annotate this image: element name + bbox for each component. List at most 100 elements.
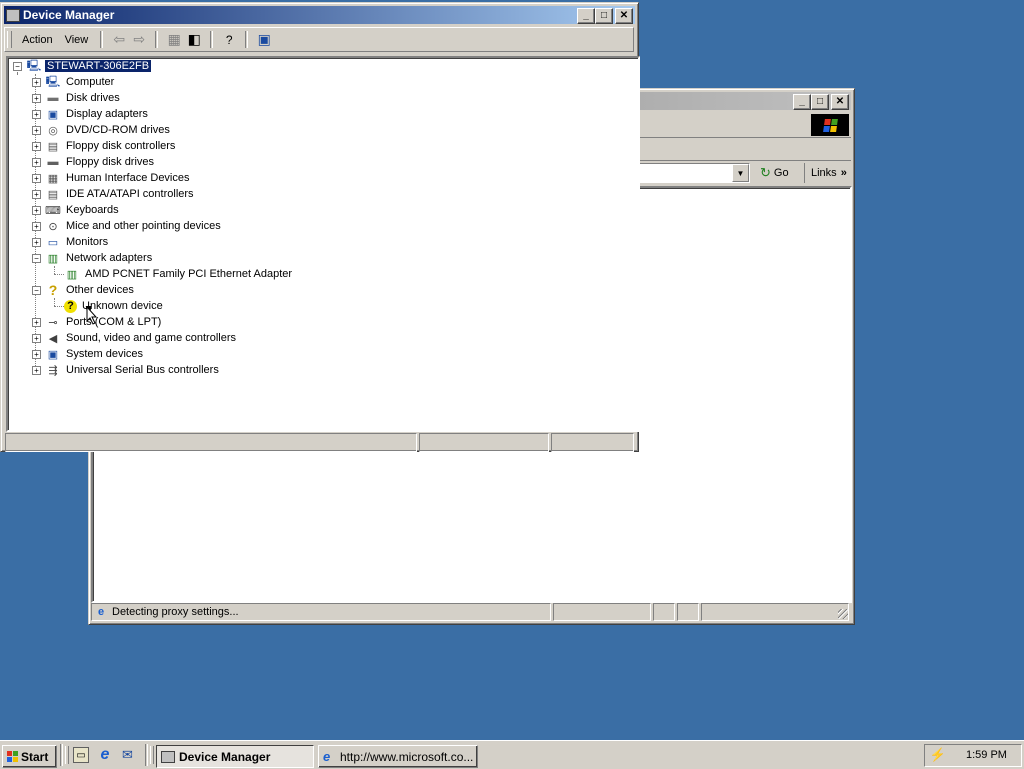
collapse-icon[interactable]: − (13, 62, 22, 71)
go-button[interactable]: ↻ Go (760, 164, 789, 182)
expand-icon[interactable]: + (32, 174, 41, 183)
tree-item-label[interactable]: Floppy disk drives (64, 156, 156, 168)
resize-grip-icon[interactable] (838, 609, 848, 619)
tree-item-label[interactable]: System devices (64, 348, 145, 360)
floppy-icon: ▬ (47, 156, 59, 168)
display-icon: ▣ (47, 108, 59, 121)
expand-icon[interactable]: + (32, 318, 41, 327)
tree-item-label[interactable]: Mice and other pointing devices (64, 220, 223, 232)
tree-item-label[interactable]: Human Interface Devices (64, 172, 192, 184)
device-tree[interactable]: − 🖳 STEWART-306E2FB + 🖳 Computer + ▬ Disk dri… (6, 56, 640, 432)
links-button[interactable]: Links » (804, 163, 847, 183)
tree-category-item[interactable]: + ◀ Sound, video and game controllers (8, 330, 238, 346)
tree-item-label[interactable]: Universal Serial Bus controllers (64, 364, 221, 376)
collapse-icon[interactable]: − (32, 286, 41, 295)
tree-item-label[interactable]: Other devices (64, 284, 136, 296)
expand-icon[interactable]: + (32, 350, 41, 359)
expand-icon[interactable]: + (32, 190, 41, 199)
task-internet-explorer[interactable]: e http://www.microsoft.co... (318, 745, 478, 768)
tree-item-label[interactable]: Keyboards (64, 204, 121, 216)
outlook-express-icon[interactable]: ✉ (119, 747, 136, 763)
scan-hardware-icon[interactable]: ▣ (254, 31, 274, 49)
tree-item-label[interactable]: Monitors (64, 236, 110, 248)
up-folder-icon[interactable]: ▦ (164, 31, 184, 49)
expand-icon[interactable]: + (32, 94, 41, 103)
toolbar-separator (100, 31, 104, 48)
system-tray: ⚡ 1:59 PM (924, 744, 1022, 767)
mouse-icon: ⊙ (48, 220, 58, 233)
back-arrow-icon[interactable]: ⇦ (109, 31, 129, 49)
tree-category-item[interactable]: + ▣ System devices (8, 346, 145, 362)
tree-category-item[interactable]: + ⌨ Keyboards (8, 202, 121, 218)
tree-category-item[interactable]: + ◎ DVD/CD-ROM drives (8, 122, 172, 138)
tree-item-label[interactable]: Network adapters (64, 252, 154, 264)
tree-category-item[interactable]: − ▥ Network adapters (8, 250, 154, 266)
port-icon: ⊸ (48, 316, 58, 329)
start-button[interactable]: Start (2, 745, 57, 768)
close-button[interactable]: ✕ (831, 94, 849, 110)
usb-icon: ⇶ (48, 364, 58, 377)
minimize-button[interactable]: _ (577, 8, 595, 24)
expand-icon[interactable]: + (32, 222, 41, 231)
status-panel-2 (553, 603, 651, 621)
tree-item-label[interactable]: Ports (COM & LPT) (64, 316, 163, 328)
go-label: Go (773, 167, 789, 179)
tree-item-label[interactable]: IDE ATA/ATAPI controllers (64, 188, 196, 200)
menu-action[interactable]: Action (16, 34, 59, 46)
internet-explorer-icon[interactable]: e (96, 746, 114, 764)
device-manager-titlebar[interactable]: Device Manager _ □ ✕ (4, 6, 635, 24)
expand-icon[interactable]: + (32, 206, 41, 215)
status-text: Detecting proxy settings... (112, 606, 239, 618)
tree-category-item[interactable]: + ⊙ Mice and other pointing devices (8, 218, 223, 234)
tree-category-item[interactable]: + ▭ Monitors (8, 234, 110, 250)
arrow-cursor-icon (86, 306, 98, 325)
tree-category-item[interactable]: −? Other devices (8, 282, 136, 298)
maximize-button[interactable]: □ (811, 94, 829, 110)
network-tray-icon[interactable]: ⚡ (929, 747, 947, 763)
tree-root-label[interactable]: STEWART-306E2FB (43, 59, 153, 73)
speaker-icon: ◀ (48, 332, 58, 345)
tree-category-item[interactable]: + ▦ Human Interface Devices (8, 170, 192, 186)
tree-item-label[interactable]: Disk drives (64, 92, 122, 104)
tree-category-item[interactable]: + 🖳 Computer (8, 74, 116, 90)
properties-help-icon[interactable]: ? (219, 31, 239, 49)
tree-category-item[interactable]: + ⇶ Universal Serial Bus controllers (8, 362, 221, 378)
tree-item-label[interactable]: Floppy disk controllers (64, 140, 177, 152)
expand-icon[interactable]: + (32, 334, 41, 343)
tree-item-label[interactable]: Computer (64, 76, 116, 88)
tree-category-item[interactable]: + ▣ Display adapters (8, 106, 150, 122)
expand-icon[interactable]: + (32, 238, 41, 247)
tree-item-label[interactable]: Display adapters (64, 108, 150, 120)
expand-icon[interactable]: + (32, 110, 41, 119)
status-panel-3 (653, 603, 675, 621)
show-hide-tree-icon[interactable]: ◧ (184, 31, 204, 49)
menu-view[interactable]: View (59, 34, 95, 46)
expand-icon[interactable]: + (32, 142, 41, 151)
tree-category-item[interactable]: + ▤ Floppy disk controllers (8, 138, 177, 154)
minimize-button[interactable]: _ (793, 94, 811, 110)
maximize-button[interactable]: □ (595, 8, 613, 24)
expand-icon[interactable]: + (32, 366, 41, 375)
forward-arrow-icon[interactable]: ⇨ (129, 31, 149, 49)
tree-item-label[interactable]: DVD/CD-ROM drives (64, 124, 172, 136)
tree-item-label[interactable]: AMD PCNET Family PCI Ethernet Adapter (83, 268, 294, 280)
ie-task-icon: e (323, 749, 331, 764)
address-dropdown-button[interactable]: ▼ (732, 164, 749, 182)
show-desktop-icon[interactable]: ▭ (73, 747, 89, 763)
tree-item-label[interactable]: Sound, video and game controllers (64, 332, 238, 344)
expand-icon[interactable]: + (32, 158, 41, 167)
device-manager-title-icon (6, 8, 20, 22)
close-button[interactable]: ✕ (615, 8, 633, 24)
tree-child-item[interactable]: ▥ AMD PCNET Family PCI Ethernet Adapter (8, 266, 294, 282)
keyboard-icon: ⌨ (45, 204, 61, 217)
device-manager-window: Device Manager _ □ ✕ Action View ⇦ ⇨ ▦ ◧… (0, 2, 640, 452)
tree-category-item[interactable]: + ▤ IDE ATA/ATAPI controllers (8, 186, 196, 202)
collapse-icon[interactable]: − (32, 254, 41, 263)
expand-icon[interactable]: + (32, 126, 41, 135)
task-device-manager[interactable]: Device Manager (156, 745, 314, 768)
tree-category-item[interactable]: + ▬ Floppy disk drives (8, 154, 156, 170)
tree-category-item[interactable]: + ▬ Disk drives (8, 90, 122, 106)
tree-root[interactable]: − 🖳 STEWART-306E2FB (8, 58, 153, 74)
expand-icon[interactable]: + (32, 78, 41, 87)
device-manager-task-icon (161, 750, 175, 763)
